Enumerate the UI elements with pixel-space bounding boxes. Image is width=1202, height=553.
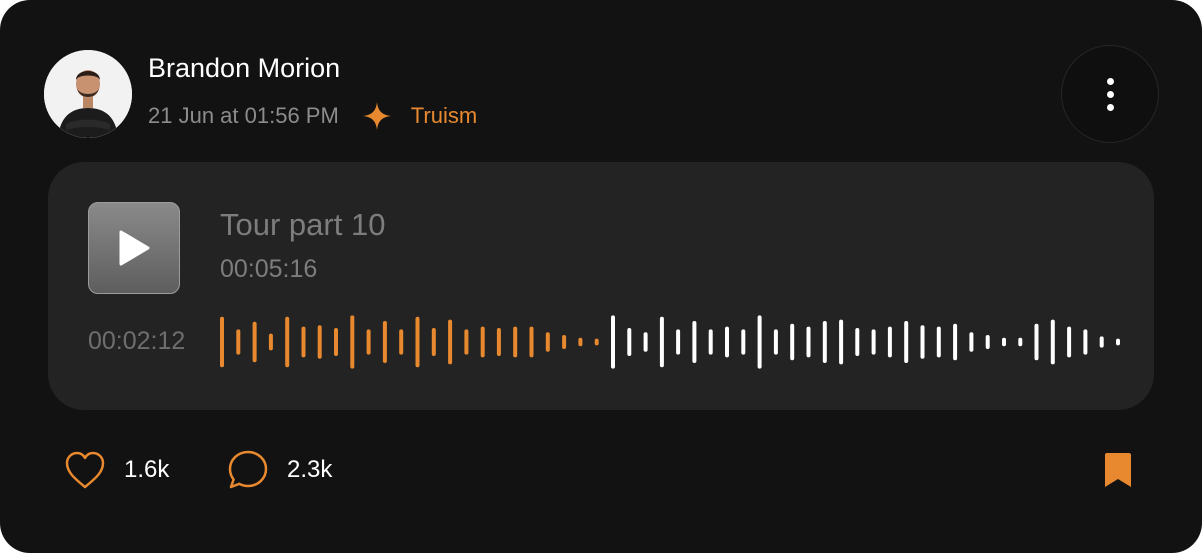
author-name[interactable]: Brandon Morion xyxy=(148,53,340,84)
more-dot-icon xyxy=(1106,90,1114,98)
engagement-bar: 1.6k 2.3k xyxy=(0,440,1202,500)
audio-post-card: Brandon Morion 21 Jun at 01:56 PM Truism… xyxy=(0,0,1202,553)
audio-player: Tour part 10 00:05:16 00:02:12 xyxy=(48,162,1154,410)
more-options-button[interactable] xyxy=(1061,45,1159,143)
play-icon xyxy=(119,230,150,266)
like-count: 1.6k xyxy=(124,456,170,483)
track-duration: 00:05:16 xyxy=(220,255,318,283)
play-button[interactable] xyxy=(88,202,180,294)
bookmark-icon xyxy=(1105,453,1131,487)
bookmark-button[interactable] xyxy=(1103,452,1133,488)
category-tag[interactable]: Truism xyxy=(411,103,477,129)
more-dot-icon xyxy=(1106,103,1114,111)
more-dot-icon xyxy=(1106,77,1114,85)
current-time: 00:02:12 xyxy=(88,327,186,355)
sparkle-icon xyxy=(361,100,393,132)
comment-button[interactable]: 2.3k xyxy=(227,440,332,500)
post-timestamp: 21 Jun at 01:56 PM xyxy=(148,103,339,128)
comment-icon xyxy=(228,450,268,489)
like-button[interactable]: 1.6k xyxy=(64,440,169,500)
post-meta: 21 Jun at 01:56 PM Truism xyxy=(148,101,477,131)
heart-icon xyxy=(65,451,105,489)
avatar-photo xyxy=(44,50,132,138)
avatar[interactable] xyxy=(44,50,132,138)
waveform-seekbar[interactable] xyxy=(220,312,1120,372)
comment-count: 2.3k xyxy=(287,456,333,483)
track-title: Tour part 10 xyxy=(220,207,386,242)
